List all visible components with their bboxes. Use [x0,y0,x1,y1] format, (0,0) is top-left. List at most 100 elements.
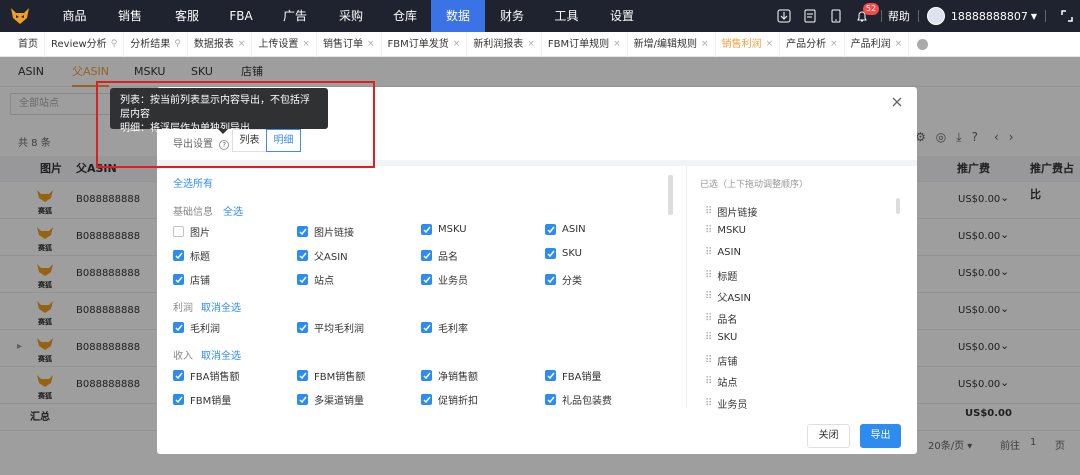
selected-field[interactable]: ⠿ 业务员 [705,396,747,411]
select-all-link[interactable]: 全选所有 [173,175,213,190]
drag-handle-icon[interactable]: ⠿ [705,398,712,409]
checkbox-icon[interactable] [545,224,556,235]
page-tab[interactable]: 产品分析 × [780,31,845,57]
checkbox-icon[interactable] [297,394,308,405]
nav-item[interactable]: 商品 [48,0,101,32]
field-checkbox[interactable]: 平均毛利润 [297,320,364,335]
field-checkbox[interactable]: 礼品包装费 [545,392,612,407]
field-checkbox[interactable]: FBM销量 [173,392,231,407]
nav-item[interactable]: 仓库 [379,0,431,32]
checkbox-icon[interactable] [173,226,184,237]
field-checkbox[interactable]: 图片 [173,224,210,239]
close-tab-icon[interactable]: × [613,32,621,57]
page-tab[interactable]: 上传设置 × [252,31,317,57]
field-checkbox[interactable]: FBA销售额 [173,368,239,383]
nav-item[interactable]: 数据 [431,0,485,32]
nav-item[interactable]: FBA [215,0,267,32]
drag-handle-icon[interactable]: ⠿ [705,206,712,217]
page-tab[interactable]: 数据报表 × [188,31,253,57]
checkbox-icon[interactable] [421,224,432,235]
field-checkbox[interactable]: SKU [545,248,582,259]
field-checkbox[interactable]: 促销折扣 [421,392,478,407]
export-button[interactable]: 导出 [860,424,901,448]
field-checkbox[interactable]: 多渠道销量 [297,392,364,407]
chevron-down-icon[interactable]: ▼ [1031,12,1037,21]
selected-field[interactable]: ⠿ MSKU [705,225,746,236]
selected-field[interactable]: ⠿ 图片链接 [705,204,757,219]
field-checkbox[interactable]: 标题 [173,248,210,263]
checkbox-icon[interactable] [545,248,556,259]
page-tab[interactable]: 新利润报表 × [467,31,542,57]
page-tab[interactable]: FBM订单规则 × [542,31,628,57]
selected-field[interactable]: ⠿ 品名 [705,311,737,326]
drag-handle-icon[interactable]: ⠿ [705,355,712,366]
checkbox-icon[interactable] [297,274,308,285]
nav-item[interactable]: 工具 [539,0,594,32]
nav-item[interactable]: 销售 [101,0,159,32]
checkbox-icon[interactable] [297,226,308,237]
field-checkbox[interactable]: 店铺 [173,272,210,287]
checkbox-icon[interactable] [173,250,184,261]
bell-icon[interactable]: 52 [849,0,880,32]
close-tab-icon[interactable]: × [527,32,535,57]
field-checkbox[interactable]: 毛利率 [421,320,468,335]
drag-handle-icon[interactable]: ⠿ [705,313,712,324]
page-tab[interactable]: 销售订单 × [317,31,382,57]
field-checkbox[interactable]: FBM销售额 [297,368,365,383]
page-tab[interactable]: 产品利润 × [845,31,910,57]
selected-field[interactable]: ⠿ 站点 [705,374,737,389]
fullscreen-icon[interactable] [1054,0,1080,32]
field-checkbox[interactable]: 分类 [545,272,582,287]
checkbox-icon[interactable] [421,322,432,333]
pin-icon[interactable]: ⚲ [174,32,181,57]
field-checkbox[interactable]: 业务员 [421,272,468,287]
close-tab-icon[interactable]: × [830,32,838,57]
avatar[interactable] [926,7,945,25]
close-tab-icon[interactable]: × [302,32,310,57]
field-checkbox[interactable]: 父ASIN [297,248,348,263]
checkbox-icon[interactable] [173,370,184,381]
section-toggle-link[interactable]: 取消全选 [201,347,241,362]
nav-item[interactable]: 设置 [594,0,650,32]
selected-field[interactable]: ⠿ ASIN [705,247,741,258]
checkbox-icon[interactable] [173,394,184,405]
section-toggle-link[interactable]: 取消全选 [201,299,241,314]
close-tab-icon[interactable]: × [238,32,246,57]
drag-handle-icon[interactable]: ⠿ [705,247,712,258]
checkbox-icon[interactable] [421,250,432,261]
checkbox-icon[interactable] [545,370,556,381]
field-checkbox[interactable]: MSKU [421,224,467,235]
checkbox-icon[interactable] [421,274,432,285]
selected-field[interactable]: ⠿ 标题 [705,268,737,283]
checkbox-icon[interactable] [421,370,432,381]
selected-field[interactable]: ⠿ SKU [705,332,737,343]
close-tab-icon[interactable]: × [453,32,461,57]
page-tab[interactable]: 首页 [12,31,45,57]
checkbox-icon[interactable] [173,274,184,285]
checkbox-icon[interactable] [545,394,556,405]
selected-field[interactable]: ⠿ 父ASIN [705,289,751,304]
page-tab[interactable]: 新增/编辑规则 × [628,31,716,57]
field-checkbox[interactable]: ASIN [545,224,586,235]
drag-handle-icon[interactable]: ⠿ [705,270,712,281]
page-tab[interactable]: 销售利润 × [716,31,781,57]
field-checkbox[interactable]: 图片链接 [297,224,354,239]
checkbox-icon[interactable] [173,322,184,333]
drag-handle-icon[interactable]: ⠿ [705,376,712,387]
help-link[interactable]: 帮助 [888,8,910,24]
page-tab[interactable]: FBM订单发货 × [382,31,468,57]
close-tab-icon[interactable]: × [367,32,375,57]
pin-icon[interactable]: ⚲ [111,32,118,57]
field-checkbox[interactable]: 毛利润 [173,320,220,335]
section-toggle-link[interactable]: 全选 [223,203,243,218]
field-checkbox[interactable]: 品名 [421,248,458,263]
close-tab-icon[interactable]: × [895,32,903,57]
page-tab[interactable]: 分析结果 ⚲ [124,31,188,57]
close-tab-icon[interactable]: × [701,32,709,57]
close-icon[interactable] [890,95,904,109]
drag-handle-icon[interactable]: ⠿ [705,332,712,343]
close-button[interactable]: 关闭 [807,424,850,448]
drag-handle-icon[interactable]: ⠿ [705,291,712,302]
download-icon[interactable] [771,0,797,32]
document-icon[interactable] [797,0,823,32]
